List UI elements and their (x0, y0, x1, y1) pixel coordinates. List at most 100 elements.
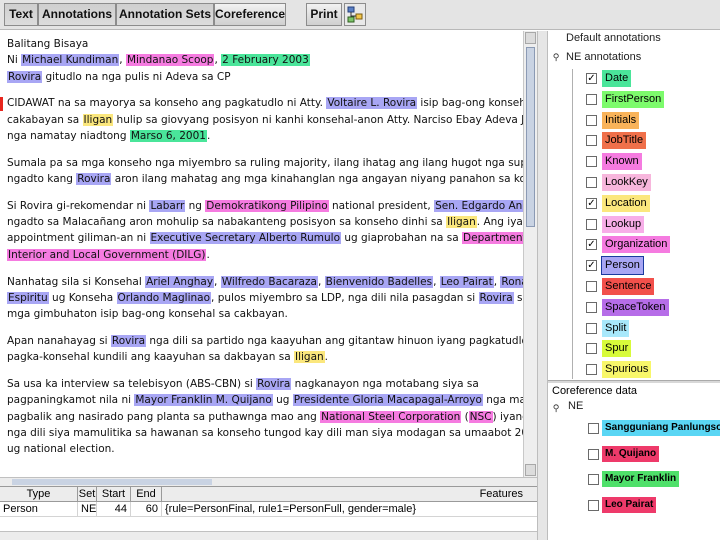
scroll-up-icon[interactable] (525, 32, 536, 44)
text-line[interactable]: mga gimbuhaton isip bag-ong konsehal sa … (7, 306, 519, 322)
type-checkbox-firstperson[interactable] (586, 93, 597, 105)
type-label-spur[interactable]: Spur (602, 340, 632, 358)
type-label-lookup[interactable]: Lookup (602, 215, 645, 233)
annotation-highlight[interactable]: Rovira (110, 334, 147, 347)
coreference-toggle-button[interactable]: Coreference (214, 3, 286, 26)
text-line[interactable]: Ni Michael Kundiman, Mindanao Scoop, 2 F… (7, 52, 519, 68)
tree-node-ne-annotations[interactable]: NE annotations (566, 48, 641, 67)
coref-chain-label[interactable]: M. Quijano (602, 445, 660, 462)
document-hscroll-thumb[interactable] (12, 479, 212, 485)
scroll-down-icon[interactable] (525, 464, 536, 476)
print-button[interactable]: Print (306, 3, 342, 26)
type-checkbox-organization[interactable]: ✓ (586, 239, 597, 251)
column-header-set[interactable]: Set (78, 487, 97, 502)
type-label-jobtitle[interactable]: JobTitle (602, 132, 647, 150)
text-line[interactable]: Balitang Bisaya (7, 36, 519, 52)
type-label-date[interactable]: Date (602, 70, 632, 87)
coref-chain-checkbox[interactable] (588, 448, 599, 460)
text-line[interactable]: Si Rovira gi-rekomendar ni Labarr ng Dem… (7, 198, 523, 214)
annotation-highlight[interactable]: Iligan (82, 113, 114, 126)
document-horizontal-scrollbar[interactable] (0, 477, 537, 486)
coref-chain-checkbox[interactable] (588, 499, 599, 511)
coref-expand-icon[interactable]: ⚲ (551, 403, 561, 413)
annotation-highlight[interactable]: Mindanao Scoop (125, 54, 215, 67)
coref-chain-checkbox[interactable] (588, 474, 599, 485)
tree-expand-icon[interactable]: ⚲ (551, 52, 561, 62)
type-checkbox-sentence[interactable] (586, 281, 597, 292)
table-horizontal-scrollbar[interactable] (0, 531, 537, 540)
document-vertical-scrollbar[interactable] (523, 31, 537, 477)
coref-chain-label[interactable]: Sangguniang Panlungsod (602, 420, 720, 436)
type-checkbox-lookup[interactable] (586, 218, 597, 230)
text-line[interactable]: ngadto kang Rovira aron ilang mahatag an… (7, 171, 523, 187)
text-line[interactable]: ug national election. (7, 441, 519, 457)
annotation-highlight[interactable]: Voltaire L. Rovira (326, 97, 418, 110)
annotation-highlight[interactable]: Iligan (293, 351, 325, 364)
coref-chain-checkbox[interactable] (588, 423, 599, 434)
type-checkbox-person[interactable]: ✓ (586, 260, 597, 272)
text-line[interactable]: Espiritu ug Konseha Orlando Maglinao, pu… (7, 290, 523, 306)
text-line[interactable]: Sumala pa sa mga konseho nga miyembro sa… (7, 155, 523, 171)
type-checkbox-location[interactable]: ✓ (586, 197, 597, 209)
column-header-start[interactable]: Start (97, 487, 131, 502)
annotation-highlight[interactable]: Ronaldo (500, 275, 523, 288)
column-header-type[interactable]: Type (0, 487, 78, 502)
annotation-highlight[interactable]: Bienvenido Badelles (324, 275, 434, 288)
annotation-highlight[interactable]: Leo Pairat (439, 275, 494, 288)
type-label-known[interactable]: Known (602, 153, 642, 171)
annotation-highlight[interactable]: Rovira (76, 173, 112, 186)
coref-chain-label[interactable]: Mayor Franklin (602, 471, 680, 487)
type-checkbox-jobtitle[interactable] (586, 135, 597, 147)
text-line[interactable]: Sa usa ka interview sa telebisyon (ABS-C… (7, 376, 519, 392)
annotation-highlight[interactable]: Labarr (149, 199, 186, 212)
annotation-sets-toggle-button[interactable]: Annotation Sets (116, 3, 214, 26)
annotation-highlight[interactable]: Orlando Maglinao (116, 291, 212, 304)
column-header-features[interactable]: Features (162, 487, 537, 502)
table-row[interactable]: Person NE 44 60 {rule=PersonFinal, rule1… (0, 502, 537, 517)
annotation-highlight[interactable]: Executive Secretary Alberto Rumulo (149, 232, 341, 245)
type-label-firstperson[interactable]: FirstPerson (602, 90, 665, 108)
text-line[interactable]: pagpaningkamot nila ni Mayor Franklin M.… (7, 392, 523, 408)
text-line[interactable]: ngadto sa Malacañang aron mohulip sa nab… (7, 214, 523, 230)
annotation-highlight[interactable]: National Steel Corporation (320, 410, 462, 423)
type-label-spacetoken[interactable]: SpaceToken (602, 298, 669, 316)
text-line[interactable]: Nanhatag sila si Konsehal Ariel Anghay, … (7, 274, 523, 290)
annotations-toggle-button[interactable]: Annotations (38, 3, 116, 26)
tree-node-default-annotations[interactable]: Default annotations (566, 31, 661, 48)
annotation-highlight[interactable]: Mayor Franklin M. Quijano (134, 394, 273, 407)
text-line[interactable]: nga namatay niadtong Marso 6, 2001. (7, 128, 519, 144)
annotation-highlight[interactable]: Rovira (7, 70, 43, 83)
annotation-highlight[interactable]: Rovira (256, 378, 292, 391)
text-line[interactable]: CIDAWAT na sa mayorya sa konseho ang pag… (7, 95, 523, 111)
annotation-highlight[interactable]: Department of (462, 232, 523, 245)
annotation-highlight[interactable]: Michael Kundiman (21, 54, 120, 67)
annotation-highlight[interactable]: Wilfredo Bacaraza (220, 275, 318, 288)
type-label-lookkey[interactable]: LookKey (602, 174, 651, 191)
type-label-split[interactable]: Split (602, 319, 630, 337)
annotation-highlight[interactable]: Ariel Anghay (145, 275, 215, 288)
annotation-highlight[interactable]: Demokratikong Pilipino (205, 199, 329, 212)
type-label-person[interactable]: Person (601, 256, 644, 276)
text-line[interactable]: pagbalik ang nasirado pang planta sa put… (7, 409, 523, 425)
type-label-initials[interactable]: Initials (602, 111, 640, 129)
annotation-highlight[interactable]: Interior and Local Government (DILG) (7, 248, 207, 261)
text-line[interactable]: nga dili siya mamulitika sa hawanan sa k… (7, 425, 523, 441)
document-scroll-thumb[interactable] (526, 47, 535, 227)
text-line[interactable]: Interior and Local Government (DILG). (7, 247, 519, 263)
type-checkbox-lookkey[interactable] (586, 177, 597, 188)
document-text-pane[interactable]: Balitang Bisaya Ni Michael Kundiman, Mind… (0, 31, 523, 477)
type-checkbox-spacetoken[interactable] (586, 301, 597, 313)
text-line[interactable]: appointment giliman-an ni Executive Secr… (7, 230, 523, 246)
annotation-highlight[interactable]: Presidente Gloria Macapagal-Arroyo (292, 394, 483, 407)
main-splitter[interactable] (537, 31, 548, 540)
document-text[interactable]: Balitang Bisaya Ni Michael Kundiman, Mind… (7, 36, 523, 458)
type-checkbox-initials[interactable] (586, 114, 597, 126)
type-label-sentence[interactable]: Sentence (602, 278, 655, 295)
tree-view-icon[interactable] (344, 3, 366, 26)
type-checkbox-spurious[interactable] (586, 364, 597, 376)
coref-set-ne[interactable]: NE (568, 398, 583, 415)
column-header-end[interactable]: End (131, 487, 162, 502)
type-label-location[interactable]: Location (602, 194, 650, 212)
text-toggle-button[interactable]: Text (4, 3, 38, 26)
type-checkbox-date[interactable]: ✓ (586, 73, 597, 84)
